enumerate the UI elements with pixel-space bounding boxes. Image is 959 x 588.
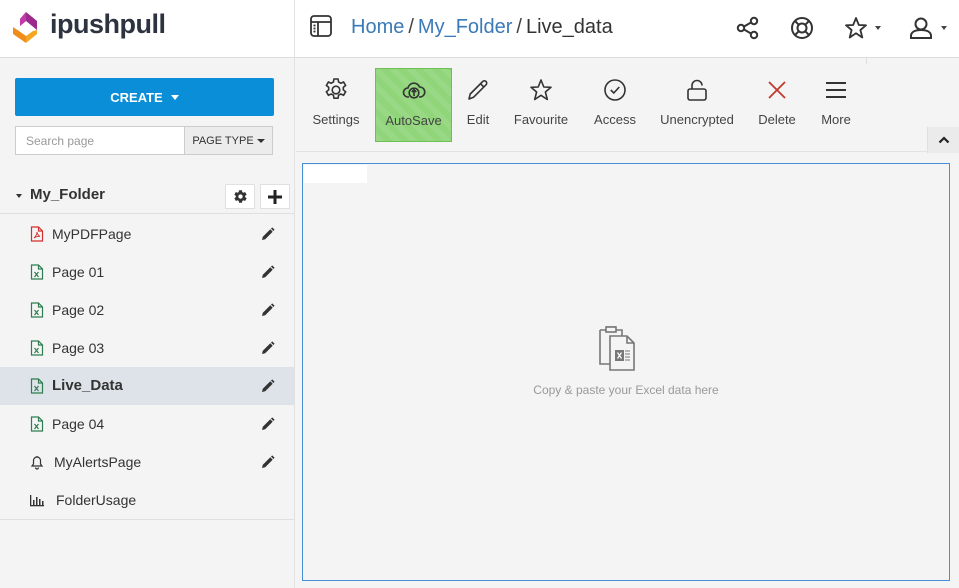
page-label: Page 01: [52, 264, 105, 280]
breadcrumb-folder[interactable]: My_Folder: [418, 16, 512, 38]
excel-file-icon: [30, 264, 44, 280]
breadcrumb-separator: /: [516, 16, 522, 38]
page-item-mypdfpage[interactable]: MyPDFPage: [0, 215, 294, 253]
unlock-icon: [687, 79, 707, 101]
gear-icon: [233, 190, 247, 203]
page-list: MyPDFPage Page 01 Page 02 Page 03 Live_D…: [0, 215, 294, 520]
chevron-up-icon: [938, 136, 949, 144]
share-icon[interactable]: [735, 15, 761, 41]
user-icon[interactable]: [908, 15, 934, 41]
help-lifebuoy-icon[interactable]: [789, 15, 815, 41]
pdf-file-icon: [30, 226, 44, 242]
page-type-label: PAGE TYPE: [192, 134, 254, 147]
autosave-toggle[interactable]: AutoSave: [375, 68, 452, 142]
folder-collapse-caret-icon[interactable]: [16, 194, 22, 198]
edit-pencil-icon[interactable]: [261, 341, 275, 355]
delete-label: Delete: [758, 112, 796, 127]
app-header: ipushpull Home / My_Folder / Live_data: [0, 0, 959, 58]
pencil-icon: [468, 80, 488, 100]
excel-file-icon: [30, 378, 44, 394]
plus-icon: [268, 189, 282, 204]
menu-icon: [826, 82, 846, 98]
cloud-upload-icon: [402, 82, 426, 99]
edit-pencil-icon[interactable]: [261, 265, 275, 279]
breadcrumb-separator: /: [408, 16, 414, 38]
bar-chart-icon: [30, 495, 44, 507]
page-item-live-data[interactable]: Live_Data: [0, 367, 294, 405]
logo-area: ipushpull: [0, 0, 295, 58]
encryption-label: Unencrypted: [660, 112, 734, 127]
favourite-label: Favourite: [513, 112, 569, 127]
breadcrumb-current-page: Live_data: [525, 16, 613, 38]
edit-pencil-icon[interactable]: [261, 227, 275, 241]
page-label: Page 02: [52, 302, 105, 318]
empty-state-message: Copy & paste your Excel data here: [533, 383, 719, 397]
favourites-star-icon[interactable]: [843, 15, 869, 41]
create-button-label: CREATE: [110, 89, 163, 105]
edit-label: Edit: [466, 112, 490, 127]
access-button[interactable]: Access: [591, 68, 639, 142]
page-item-myalertspage[interactable]: MyAlertsPage: [0, 443, 294, 481]
page-label: MyAlertsPage: [54, 454, 142, 470]
more-label: More: [821, 112, 851, 127]
search-page-input[interactable]: [15, 126, 185, 155]
chevron-down-icon: [256, 138, 265, 143]
edit-pencil-icon[interactable]: [261, 303, 275, 317]
autosave-label: AutoSave: [385, 113, 442, 128]
cell-editor[interactable]: [304, 165, 367, 183]
settings-button[interactable]: Settings: [308, 68, 364, 142]
favourite-button[interactable]: Favourite: [510, 68, 572, 142]
folder-header: My_Folder: [0, 178, 294, 214]
chevron-down-icon: [170, 94, 179, 100]
delete-button[interactable]: Delete: [756, 68, 798, 142]
ipushpull-logo-icon: [13, 12, 37, 43]
page-layout-icon: [310, 15, 332, 37]
favourites-dropdown-caret[interactable]: [875, 26, 881, 30]
page-label: Page 04: [52, 416, 105, 432]
page-item-folderusage[interactable]: FolderUsage: [0, 481, 294, 519]
page-label: FolderUsage: [56, 492, 137, 508]
settings-label: Settings: [312, 112, 360, 127]
breadcrumb: Home / My_Folder / Live_data: [351, 16, 613, 39]
create-button[interactable]: CREATE: [15, 78, 274, 116]
page-item-page-02[interactable]: Page 02: [0, 291, 294, 329]
page-item-page-01[interactable]: Page 01: [0, 253, 294, 291]
collapse-toolbar-button[interactable]: [927, 127, 959, 153]
page-toolbar: Settings AutoSave Edit Favourite Access …: [296, 58, 959, 152]
excel-file-icon: [30, 340, 44, 356]
folder-name[interactable]: My_Folder: [30, 186, 105, 203]
edit-pencil-icon[interactable]: [261, 379, 275, 393]
user-dropdown-caret[interactable]: [941, 26, 947, 30]
brand-name: ipushpull: [50, 9, 166, 39]
edit-button[interactable]: Edit: [459, 68, 497, 142]
grid-paste-area[interactable]: Copy & paste your Excel data here: [302, 163, 950, 581]
excel-file-icon: [30, 302, 44, 318]
encryption-button[interactable]: Unencrypted: [658, 68, 736, 142]
check-circle-icon: [604, 79, 626, 101]
close-icon: [768, 81, 786, 99]
paste-excel-icon: [599, 326, 635, 371]
breadcrumb-home[interactable]: Home: [351, 16, 404, 38]
page-item-page-03[interactable]: Page 03: [0, 329, 294, 367]
edit-pencil-icon[interactable]: [261, 417, 275, 431]
page-item-page-04[interactable]: Page 04: [0, 405, 294, 443]
gear-icon: [325, 78, 347, 99]
toolbar-divider: [866, 58, 867, 64]
bell-icon: [30, 456, 44, 470]
sidebar: CREATE PAGE TYPE My_Folder MyPDFPage: [0, 58, 295, 588]
edit-pencil-icon[interactable]: [261, 455, 275, 469]
star-icon: [530, 79, 552, 101]
page-label: Page 03: [52, 340, 105, 356]
access-label: Access: [594, 112, 636, 127]
page-type-dropdown[interactable]: PAGE TYPE: [184, 126, 273, 155]
add-page-button[interactable]: [260, 184, 290, 209]
page-label: Live_Data: [52, 377, 123, 394]
folder-settings-button[interactable]: [225, 184, 255, 209]
excel-file-icon: [30, 416, 44, 432]
page-label: MyPDFPage: [52, 226, 132, 242]
more-button[interactable]: More: [816, 68, 856, 142]
